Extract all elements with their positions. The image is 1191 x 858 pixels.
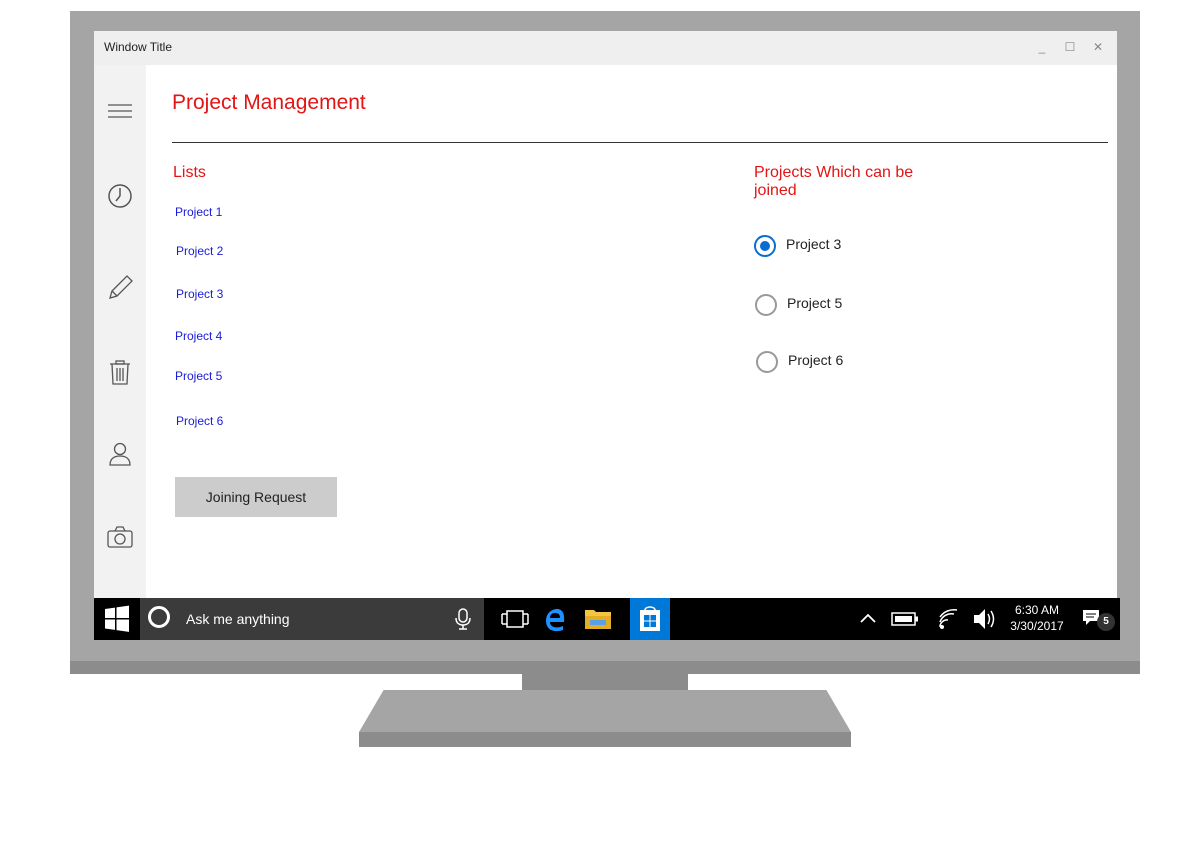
camera-icon[interactable] [104, 521, 136, 553]
list-item-project-1[interactable]: Project 1 [175, 205, 222, 219]
file-explorer-icon[interactable] [582, 598, 614, 640]
search-placeholder: Ask me anything [186, 611, 290, 627]
radio-label: Project 5 [787, 295, 843, 311]
app-window: Window Title _ ☐ ✕ Project Management Li… [94, 31, 1117, 639]
clock-icon[interactable] [104, 180, 136, 212]
maximize-button[interactable]: ☐ [1060, 38, 1080, 56]
edge-browser-icon[interactable] [540, 598, 570, 640]
cortana-icon [148, 606, 170, 628]
notification-count-badge: 5 [1097, 613, 1115, 631]
volume-icon[interactable] [970, 598, 1000, 640]
monitor-chin [70, 661, 1140, 674]
main-content: Project Management Lists Project 1 Proje… [146, 65, 1117, 598]
windows-start-icon[interactable] [94, 598, 140, 640]
list-item-project-4[interactable]: Project 4 [175, 329, 222, 343]
radio-label: Project 6 [788, 352, 844, 368]
chevron-up-icon[interactable] [856, 598, 880, 640]
wifi-icon[interactable] [934, 598, 964, 640]
list-item-project-5[interactable]: Project 5 [175, 369, 222, 383]
close-button[interactable]: ✕ [1088, 38, 1108, 56]
minimize-button[interactable]: _ [1032, 38, 1052, 56]
clock-date: 3/30/2017 [1010, 619, 1064, 633]
radio-dot [760, 241, 770, 251]
window-title: Window Title [104, 40, 173, 54]
radio-label: Project 3 [786, 236, 842, 252]
nav-rail [94, 65, 146, 598]
task-view-icon[interactable] [497, 598, 533, 640]
radio-button[interactable] [755, 294, 777, 316]
joining-request-button[interactable]: Joining Request [175, 477, 337, 517]
page-title: Project Management [172, 91, 366, 114]
monitor-stand [359, 690, 851, 732]
title-bar: Window Title _ ☐ ✕ [94, 31, 1117, 65]
microphone-icon[interactable] [452, 607, 474, 636]
joinable-heading: Projects Which can be joined [754, 164, 914, 199]
pencil-icon[interactable] [104, 271, 136, 303]
list-item-project-2[interactable]: Project 2 [176, 244, 223, 258]
radio-button[interactable] [756, 351, 778, 373]
cortana-search-box[interactable]: Ask me anything [140, 598, 484, 640]
store-icon[interactable] [630, 598, 670, 640]
radio-button-checked[interactable] [754, 235, 776, 257]
title-divider [172, 142, 1108, 143]
user-icon[interactable] [104, 438, 136, 470]
hamburger-menu-icon[interactable] [104, 96, 136, 128]
battery-icon[interactable] [888, 598, 922, 640]
list-item-project-6[interactable]: Project 6 [176, 414, 223, 428]
lists-heading: Lists [173, 164, 206, 181]
trash-icon[interactable] [104, 356, 136, 388]
taskbar-clock[interactable]: 6:30 AM 3/30/2017 [1004, 602, 1070, 634]
list-item-project-3[interactable]: Project 3 [176, 287, 223, 301]
monitor-stand-base [359, 732, 851, 747]
taskbar: Ask me anything 6:30 AM 3/30/2017 5 [94, 598, 1120, 640]
clock-time: 6:30 AM [1014, 603, 1060, 617]
